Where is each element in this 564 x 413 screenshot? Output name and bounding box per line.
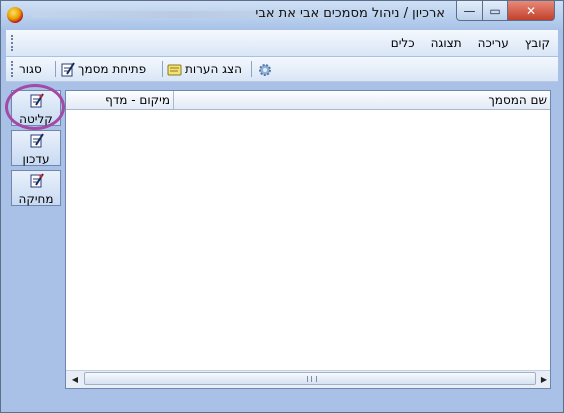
scrollbar-thumb[interactable] (84, 372, 536, 385)
menu-view[interactable]: תצוגה (431, 36, 462, 50)
open-document-label: פתיחת מסמך (78, 62, 147, 76)
toolbar-separator (55, 61, 56, 77)
close-button[interactable]: סגור (19, 60, 42, 78)
update-label: עדכון (22, 152, 50, 166)
grid-header: שם המסמך מיקום - מדף (66, 91, 550, 110)
menu-bar: קובץ עריכה תצוגה כלים (6, 30, 558, 56)
app-logo-icon (7, 7, 23, 23)
document-edit-icon (29, 133, 44, 151)
maximize-icon: ▭ (489, 3, 501, 18)
open-document-button[interactable]: פתיחת מסמך (60, 60, 146, 78)
minimize-icon: — (463, 3, 476, 18)
notes-icon (167, 62, 182, 77)
menu-file[interactable]: קובץ (525, 36, 550, 50)
document-edit-icon (60, 61, 75, 77)
scroll-left-arrow-icon[interactable]: ◀ (67, 371, 83, 387)
document-delete-icon (29, 173, 44, 191)
app-window: ארכיון / ניהול מסמכים אבי את אבי — ▭ ✕ ק… (0, 0, 564, 413)
toolbar-grip-handle[interactable] (11, 61, 15, 77)
show-notes-button[interactable]: הצג הערות (167, 60, 242, 78)
toolbar: סגור פתיחת מסמך הצג הערות (6, 57, 558, 82)
delete-label: מחיקה (18, 192, 54, 206)
menu-tools[interactable]: כלים (391, 36, 415, 50)
scroll-right-arrow-icon[interactable]: ▶ (536, 371, 552, 387)
window-title: ארכיון / ניהול מסמכים אבי את אבי (255, 6, 445, 21)
title-bar[interactable]: ארכיון / ניהול מסמכים אבי את אבי — ▭ ✕ (1, 1, 563, 29)
column-header-document-name[interactable]: שם המסמך (174, 91, 550, 109)
update-button[interactable]: עדכון (11, 130, 61, 166)
scrollbar-grip-icon (307, 376, 317, 382)
close-button-label: סגור (19, 62, 42, 76)
toolbar-separator (251, 61, 252, 77)
delete-button[interactable]: מחיקה (11, 170, 61, 206)
menu-items: קובץ עריכה תצוגה כלים (391, 36, 550, 50)
minimize-button[interactable]: — (456, 1, 483, 21)
column-header-location-shelf[interactable]: מיקום - מדף (80, 91, 174, 109)
menu-edit[interactable]: עריכה (478, 36, 509, 50)
horizontal-scrollbar[interactable]: ◀ ▶ (66, 370, 550, 388)
close-window-button[interactable]: ✕ (507, 1, 555, 21)
gear-icon (257, 62, 272, 77)
menu-grip-handle[interactable] (11, 35, 15, 51)
settings-button[interactable] (257, 60, 272, 78)
documents-grid[interactable]: שם המסמך מיקום - מדף ◀ ▶ (65, 90, 551, 389)
maximize-button[interactable]: ▭ (482, 1, 508, 21)
highlight-annotation-circle (5, 84, 65, 130)
close-icon: ✕ (525, 3, 537, 18)
toolbar-separator (162, 61, 163, 77)
show-notes-label: הצג הערות (185, 62, 242, 76)
